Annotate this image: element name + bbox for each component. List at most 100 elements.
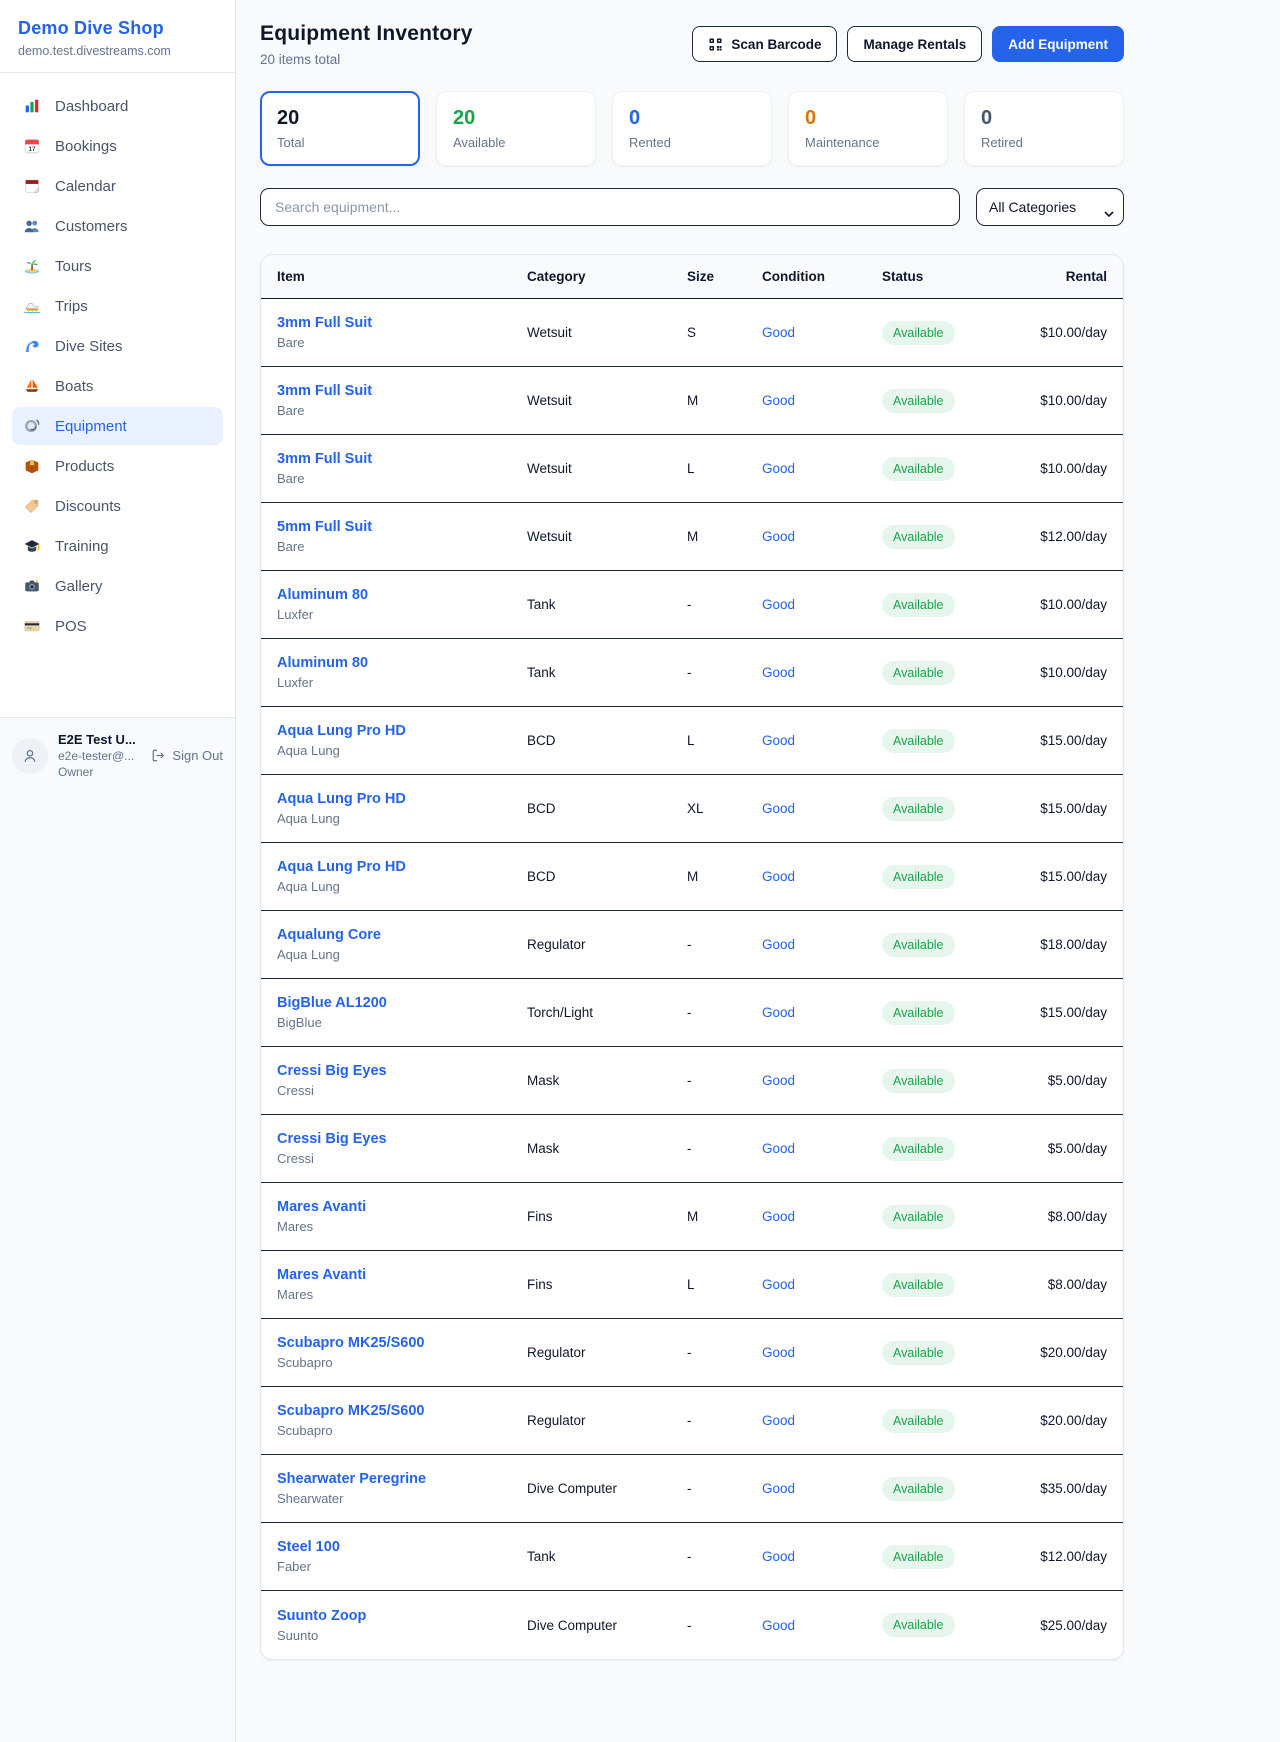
item-name-link[interactable]: Mares Avanti (277, 1199, 527, 1215)
item-condition-link[interactable]: Good (762, 733, 882, 748)
sidebar-item-trips[interactable]: Trips (12, 287, 223, 325)
status-badge: Available (882, 457, 955, 481)
item-name-link[interactable]: Steel 100 (277, 1539, 527, 1555)
item-rental-rate: $5.00/day (1017, 1073, 1107, 1088)
sign-out-icon (151, 748, 166, 763)
sidebar-item-customers[interactable]: Customers (12, 207, 223, 245)
item-condition-link[interactable]: Good (762, 937, 882, 952)
category-select[interactable]: All Categories (976, 188, 1124, 226)
stat-card-available[interactable]: 20 Available (436, 91, 596, 166)
item-condition-link[interactable]: Good (762, 801, 882, 816)
item-size: - (687, 1481, 762, 1496)
item-condition-link[interactable]: Good (762, 1277, 882, 1292)
sidebar-item-equipment[interactable]: Equipment (12, 407, 223, 445)
status-badge: Available (882, 593, 955, 617)
status-badge: Available (882, 389, 955, 413)
item-status-cell: Available (882, 1409, 1017, 1433)
sidebar-item-gallery[interactable]: Gallery (12, 567, 223, 605)
sidebar-item-bookings[interactable]: 17 Bookings (12, 127, 223, 165)
item-brand: Aqua Lung (277, 879, 527, 894)
sign-out-button[interactable]: Sign Out (151, 748, 223, 763)
add-equipment-button[interactable]: Add Equipment (992, 26, 1124, 62)
item-name-link[interactable]: 5mm Full Suit (277, 519, 527, 535)
item-name-link[interactable]: Mares Avanti (277, 1267, 527, 1283)
sidebar-item-dive-sites[interactable]: Dive Sites (12, 327, 223, 365)
item-condition-link[interactable]: Good (762, 1073, 882, 1088)
item-name-link[interactable]: Scubapro MK25/S600 (277, 1335, 527, 1351)
item-name-link[interactable]: Aqua Lung Pro HD (277, 791, 527, 807)
camera-icon (22, 576, 42, 596)
stat-available-label: Available (453, 135, 579, 150)
table-row: Aluminum 80 Luxfer Tank - Good Available… (261, 639, 1123, 707)
item-name-link[interactable]: Cressi Big Eyes (277, 1131, 527, 1147)
item-condition-link[interactable]: Good (762, 325, 882, 340)
sidebar-item-tours[interactable]: Tours (12, 247, 223, 285)
item-condition-link[interactable]: Good (762, 1141, 882, 1156)
main-content: Equipment Inventory 20 items total Scan … (236, 0, 1280, 1742)
sidebar-item-pos[interactable]: POS (12, 607, 223, 645)
sidebar-item-boats[interactable]: Boats (12, 367, 223, 405)
item-condition-link[interactable]: Good (762, 869, 882, 884)
sidebar-item-calendar[interactable]: Calendar (12, 167, 223, 205)
item-condition-link[interactable]: Good (762, 529, 882, 544)
item-condition-link[interactable]: Good (762, 1413, 882, 1428)
item-brand: Faber (277, 1559, 527, 1574)
item-name-link[interactable]: 3mm Full Suit (277, 383, 527, 399)
item-condition-link[interactable]: Good (762, 461, 882, 476)
item-rental-rate: $15.00/day (1017, 801, 1107, 816)
stat-available-value: 20 (453, 107, 579, 130)
sidebar-item-training[interactable]: Training (12, 527, 223, 565)
item-name-link[interactable]: 3mm Full Suit (277, 315, 527, 331)
status-badge: Available (882, 1341, 955, 1365)
item-condition-link[interactable]: Good (762, 393, 882, 408)
item-condition-link[interactable]: Good (762, 665, 882, 680)
item-size: L (687, 1277, 762, 1292)
sidebar-item-label: Customers (55, 218, 128, 235)
stat-card-retired[interactable]: 0 Retired (964, 91, 1124, 166)
people-icon (22, 216, 42, 236)
item-condition-link[interactable]: Good (762, 597, 882, 612)
item-name-link[interactable]: Aluminum 80 (277, 587, 527, 603)
item-cell: 3mm Full Suit Bare (277, 315, 527, 350)
item-condition-link[interactable]: Good (762, 1481, 882, 1496)
search-input[interactable] (260, 188, 960, 226)
sidebar: Demo Dive Shop demo.test.divestreams.com… (0, 0, 236, 1742)
item-rental-rate: $12.00/day (1017, 529, 1107, 544)
stat-card-total[interactable]: 20 Total (260, 91, 420, 166)
shop-name[interactable]: Demo Dive Shop (18, 18, 217, 39)
item-name-link[interactable]: Suunto Zoop (277, 1608, 527, 1624)
item-name-link[interactable]: BigBlue AL1200 (277, 995, 527, 1011)
tag-icon (22, 496, 42, 516)
page-header: Equipment Inventory 20 items total Scan … (260, 22, 1124, 67)
item-cell: 5mm Full Suit Bare (277, 519, 527, 554)
sidebar-item-discounts[interactable]: Discounts (12, 487, 223, 525)
column-header-rental: Rental (1017, 269, 1107, 284)
stat-card-maintenance[interactable]: 0 Maintenance (788, 91, 948, 166)
item-name-link[interactable]: Cressi Big Eyes (277, 1063, 527, 1079)
sidebar-item-products[interactable]: Products (12, 447, 223, 485)
item-condition-link[interactable]: Good (762, 1549, 882, 1564)
item-name-link[interactable]: Aqualung Core (277, 927, 527, 943)
package-icon (22, 456, 42, 476)
stat-card-rented[interactable]: 0 Rented (612, 91, 772, 166)
item-condition-link[interactable]: Good (762, 1005, 882, 1020)
item-rental-rate: $20.00/day (1017, 1413, 1107, 1428)
item-status-cell: Available (882, 661, 1017, 685)
item-name-link[interactable]: Aqua Lung Pro HD (277, 723, 527, 739)
manage-rentals-button[interactable]: Manage Rentals (847, 26, 982, 62)
item-condition-link[interactable]: Good (762, 1209, 882, 1224)
item-condition-link[interactable]: Good (762, 1345, 882, 1360)
item-status-cell: Available (882, 797, 1017, 821)
item-size: - (687, 597, 762, 612)
item-brand: Cressi (277, 1151, 527, 1166)
item-name-link[interactable]: 3mm Full Suit (277, 451, 527, 467)
scan-barcode-button[interactable]: Scan Barcode (692, 26, 837, 62)
item-rental-rate: $35.00/day (1017, 1481, 1107, 1496)
item-name-link[interactable]: Shearwater Peregrine (277, 1471, 527, 1487)
item-name-link[interactable]: Aluminum 80 (277, 655, 527, 671)
sidebar-item-dashboard[interactable]: Dashboard (12, 87, 223, 125)
diving-mask-icon (22, 416, 42, 436)
item-condition-link[interactable]: Good (762, 1618, 882, 1633)
item-name-link[interactable]: Scubapro MK25/S600 (277, 1403, 527, 1419)
item-name-link[interactable]: Aqua Lung Pro HD (277, 859, 527, 875)
